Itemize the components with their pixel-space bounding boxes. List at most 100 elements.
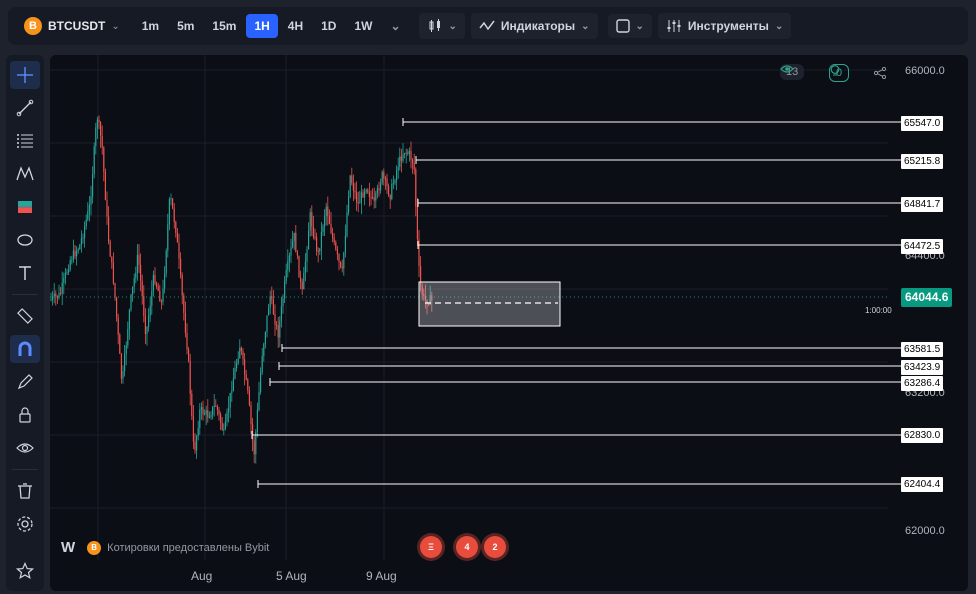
pencil-icon [17, 374, 33, 390]
timeframe-1m[interactable]: 1m [134, 14, 167, 38]
candle-body [316, 236, 318, 251]
candle-body [196, 436, 198, 451]
indicators-button[interactable]: Индикаторы ⌄ [470, 13, 598, 39]
candle-body [120, 353, 122, 379]
chart-type-button[interactable]: ⌄ [418, 13, 465, 39]
candle-body [258, 392, 260, 411]
candle-body [317, 250, 319, 252]
candle-body [392, 183, 394, 185]
candle-body [408, 150, 410, 154]
candle-body [264, 332, 266, 344]
candle-body [338, 254, 340, 263]
timeframe-1d[interactable]: 1D [313, 14, 344, 38]
trash-icon [18, 483, 32, 499]
chart-canvas [50, 55, 901, 560]
event-marker[interactable]: 4 [456, 536, 478, 558]
candle-body [303, 272, 305, 290]
delete-tool[interactable] [10, 477, 40, 505]
ideas-badge[interactable]: 0 [829, 64, 850, 82]
tradingview-logo[interactable]: W [61, 539, 75, 556]
candle-body [138, 254, 140, 265]
pattern-tool[interactable] [10, 160, 40, 188]
timeframe-1h[interactable]: 1H [246, 14, 278, 38]
economic-event-marker[interactable]: Ξ [420, 536, 442, 558]
shape-tool[interactable] [10, 226, 40, 254]
candle-body [116, 297, 118, 318]
ruler-icon [17, 308, 33, 324]
measure-tool[interactable] [10, 302, 40, 330]
candle-body [290, 247, 292, 256]
lock-tool[interactable] [10, 401, 40, 429]
candle-body [87, 211, 89, 220]
level-label: 64472.5 [901, 239, 944, 254]
visibility-tool[interactable] [10, 434, 40, 462]
candle-body [68, 269, 70, 273]
timeframe-4h[interactable]: 4H [280, 14, 311, 38]
candle-body [260, 372, 262, 393]
candle-body [104, 171, 106, 200]
candle-body [298, 255, 300, 278]
candle-body [63, 277, 65, 283]
candle-body [348, 196, 350, 213]
star-icon [16, 562, 34, 580]
bybit-icon: B [87, 540, 102, 555]
candle-body [362, 192, 364, 198]
candle-body [312, 226, 314, 237]
bar-countdown: 1:00:00 [865, 306, 892, 315]
timeframe-more-chevron-icon[interactable]: ⌄ [382, 14, 408, 38]
settings-tool[interactable] [10, 510, 40, 538]
candle-body [292, 240, 294, 248]
date-tick: 5 Aug [276, 569, 307, 583]
candle-body [213, 405, 215, 407]
share-icon[interactable] [874, 67, 886, 79]
candle-body [192, 416, 194, 442]
candle-body [154, 275, 156, 284]
favorites-tool[interactable] [10, 557, 40, 585]
candle-body [322, 226, 324, 232]
crosshair-tool[interactable] [10, 61, 40, 89]
candle-body [160, 301, 162, 303]
candle-body [346, 212, 348, 236]
magnet-icon [18, 341, 32, 356]
brush-tool[interactable] [10, 368, 40, 396]
candle-body [285, 269, 287, 282]
candle-body [215, 405, 217, 407]
candle-body [269, 295, 271, 308]
layout-button[interactable]: ⌄ [607, 14, 652, 38]
candle-body [133, 278, 135, 287]
fib-tool[interactable] [10, 127, 40, 155]
magnet-tool[interactable] [10, 335, 40, 363]
trend-line-tool[interactable] [10, 94, 40, 122]
candle-body [221, 422, 223, 430]
symbol-selector[interactable]: B BTCUSDT ⌄ [18, 13, 126, 39]
candle-body [274, 314, 276, 325]
chart-pane[interactable]: 66000.0 64400.0 63200.0 62000.0 65547.0 … [50, 55, 968, 591]
candle-body [360, 192, 362, 203]
candle-body [76, 251, 78, 257]
timeframe-15m[interactable]: 15m [204, 14, 244, 38]
event-marker[interactable]: 2 [484, 536, 506, 558]
top-toolbar: B BTCUSDT ⌄ 1m 5m 15m 1H 4H 1D 1W ⌄ ⌄ Ин… [8, 7, 968, 45]
candle-body [95, 127, 97, 147]
candle-body [184, 312, 186, 333]
candle-body [146, 326, 148, 334]
symbol-name: BTCUSDT [48, 19, 106, 33]
candle-body [314, 236, 316, 238]
candle-body [100, 122, 102, 137]
candle-body [96, 119, 98, 128]
candle-body [359, 202, 361, 204]
gear-icon [17, 516, 33, 532]
timeframe-1w[interactable]: 1W [346, 14, 380, 38]
price-range-box[interactable] [418, 281, 561, 327]
indicators-label: Индикаторы [500, 19, 576, 33]
candle-body [284, 281, 286, 299]
forecast-tool[interactable] [10, 193, 40, 221]
candle-body [156, 283, 158, 287]
candle-body [119, 334, 121, 354]
text-tool[interactable] [10, 259, 40, 287]
instruments-button[interactable]: Инструменты ⌄ [657, 13, 792, 39]
candle-body [349, 175, 351, 197]
views-badge[interactable]: 13 [780, 64, 805, 80]
candle-body [226, 412, 228, 422]
timeframe-5m[interactable]: 5m [169, 14, 202, 38]
